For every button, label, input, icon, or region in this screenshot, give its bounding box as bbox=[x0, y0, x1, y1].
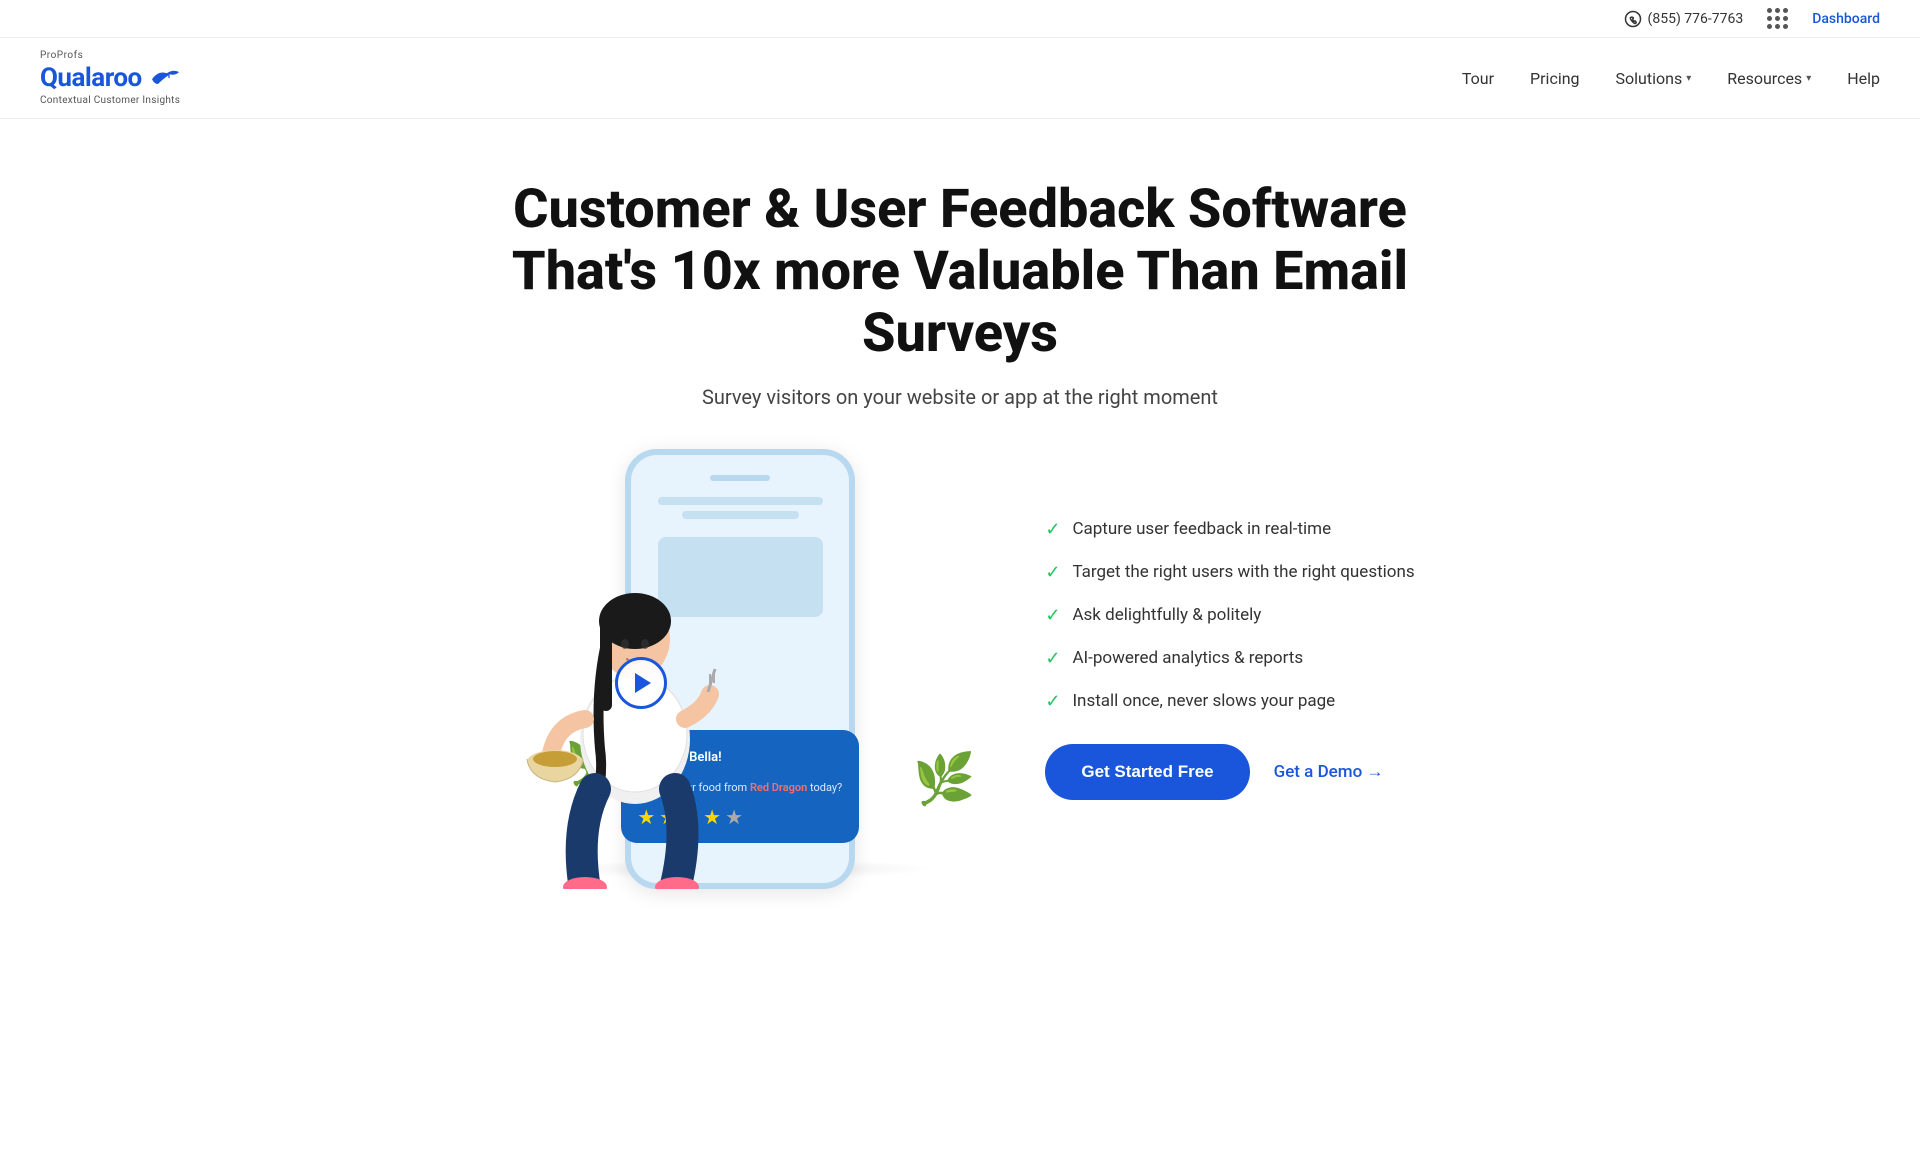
nav-links: Tour Pricing Solutions ▾ Resources ▾ Hel… bbox=[1462, 69, 1880, 88]
get-started-button[interactable]: Get Started Free bbox=[1045, 744, 1249, 800]
check-icon-3: ✓ bbox=[1045, 605, 1060, 626]
hero-subtitle: Survey visitors on your website or app a… bbox=[40, 385, 1880, 409]
nav-help[interactable]: Help bbox=[1847, 69, 1880, 88]
leaf-right-decoration: 🌿 bbox=[913, 751, 975, 809]
logo-main: Qualaroo bbox=[40, 63, 182, 93]
phone-text: (855) 776-7763 bbox=[1648, 11, 1744, 27]
main-nav: ProProfs Qualaroo Contextual Customer In… bbox=[0, 38, 1920, 119]
woman-illustration bbox=[525, 549, 745, 869]
solutions-chevron: ▾ bbox=[1686, 73, 1691, 84]
feature-item-3: ✓ Ask delightfully & politely bbox=[1045, 605, 1414, 626]
phone-illustration-area: Hi Bella! How is your food from Red Drag… bbox=[505, 449, 985, 869]
feature-item-2: ✓ Target the right users with the right … bbox=[1045, 562, 1414, 583]
top-bar: (855) 776-7763 Dashboard bbox=[0, 0, 1920, 38]
survey-highlight: Red Dragon bbox=[750, 781, 807, 794]
feature-item-5: ✓ Install once, never slows your page bbox=[1045, 691, 1414, 712]
phone-line-2 bbox=[682, 511, 798, 519]
proprofs-label: ProProfs bbox=[40, 50, 182, 61]
nav-pricing[interactable]: Pricing bbox=[1530, 69, 1580, 88]
features-list: ✓ Capture user feedback in real-time ✓ T… bbox=[1045, 519, 1414, 712]
logo-text: Qualaroo bbox=[40, 63, 142, 93]
resources-chevron: ▾ bbox=[1806, 73, 1811, 84]
get-demo-link[interactable]: Get a Demo → bbox=[1274, 762, 1384, 782]
feature-item-1: ✓ Capture user feedback in real-time bbox=[1045, 519, 1414, 540]
check-icon-2: ✓ bbox=[1045, 562, 1060, 583]
phone-number[interactable]: (855) 776-7763 bbox=[1624, 10, 1744, 28]
feature-text-3: Ask delightfully & politely bbox=[1072, 605, 1261, 625]
nav-tour[interactable]: Tour bbox=[1462, 69, 1494, 88]
phone-icon bbox=[1624, 10, 1642, 28]
logo-area: ProProfs Qualaroo Contextual Customer In… bbox=[40, 50, 182, 106]
cta-buttons: Get Started Free Get a Demo → bbox=[1045, 744, 1414, 800]
phone-line-1 bbox=[658, 497, 823, 505]
logo-tagline: Contextual Customer Insights bbox=[40, 95, 182, 106]
logo-bird-icon bbox=[146, 66, 182, 90]
hero-section: Customer & User Feedback Software That's… bbox=[0, 119, 1920, 909]
hero-content: Hi Bella! How is your food from Red Drag… bbox=[360, 449, 1560, 869]
feature-text-1: Capture user feedback in real-time bbox=[1072, 519, 1331, 539]
nav-resources[interactable]: Resources ▾ bbox=[1727, 69, 1811, 88]
features-cta-area: ✓ Capture user feedback in real-time ✓ T… bbox=[1045, 519, 1414, 800]
feature-text-5: Install once, never slows your page bbox=[1072, 691, 1335, 711]
play-triangle-icon bbox=[635, 673, 651, 693]
apps-grid-icon[interactable] bbox=[1767, 8, 1788, 29]
check-icon-5: ✓ bbox=[1045, 691, 1060, 712]
nav-solutions[interactable]: Solutions ▾ bbox=[1616, 69, 1692, 88]
phone-notch bbox=[710, 475, 770, 481]
feature-item-4: ✓ AI-powered analytics & reports bbox=[1045, 648, 1414, 669]
feature-text-2: Target the right users with the right qu… bbox=[1072, 562, 1414, 582]
hero-title: Customer & User Feedback Software That's… bbox=[510, 179, 1410, 365]
check-icon-4: ✓ bbox=[1045, 648, 1060, 669]
check-icon-1: ✓ bbox=[1045, 519, 1060, 540]
dashboard-link[interactable]: Dashboard bbox=[1812, 11, 1880, 27]
feature-text-4: AI-powered analytics & reports bbox=[1072, 648, 1303, 668]
